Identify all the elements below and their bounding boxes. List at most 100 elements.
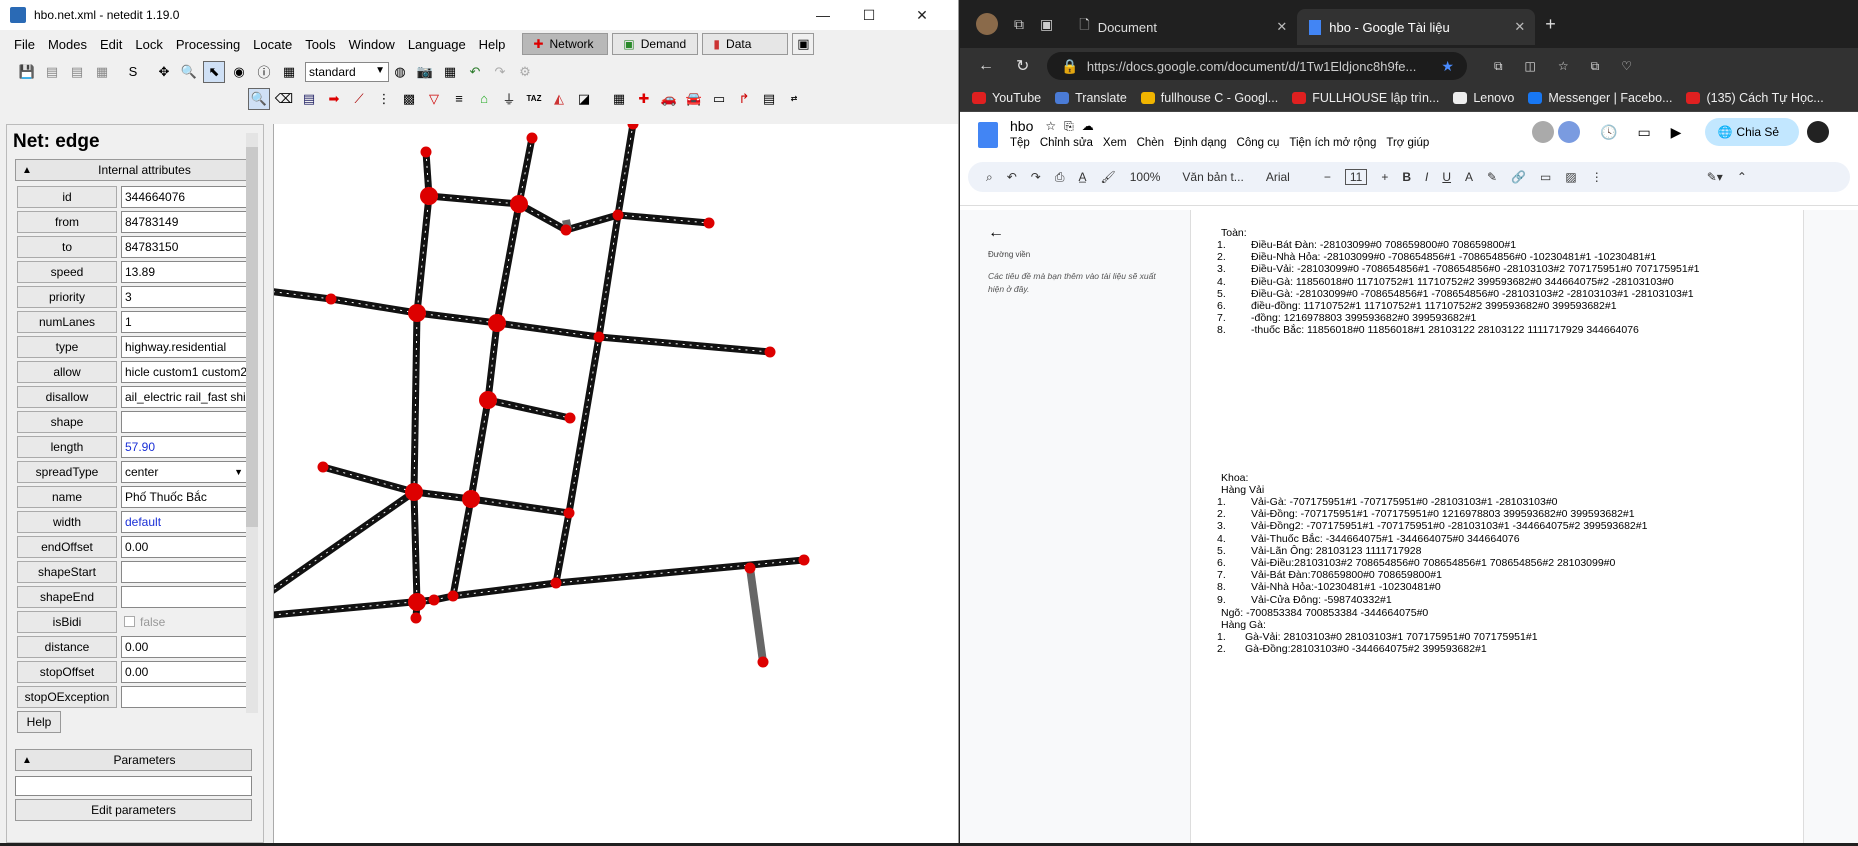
junction-node[interactable]: [510, 195, 528, 213]
attr-value-priority[interactable]: 3: [121, 285, 247, 308]
refresh-icon[interactable]: ↻: [1016, 56, 1029, 76]
color-wheel-icon[interactable]: ◍: [389, 61, 411, 83]
image-icon[interactable]: ▨: [1565, 170, 1576, 184]
zoom-icon[interactable]: 🔍: [178, 61, 200, 83]
document-page[interactable]: Toàn: 1. Điều-Bát Đàn: -28103099#0 7086598…: [1190, 210, 1804, 843]
road-edge[interactable]: [428, 192, 520, 208]
junction-node[interactable]: [798, 554, 810, 566]
select-mode-icon[interactable]: ▤: [298, 88, 320, 110]
data-mode-button[interactable]: ▮ Data: [702, 33, 789, 55]
comment-add-icon[interactable]: ▭: [1540, 170, 1551, 184]
shape-icon[interactable]: ◭: [548, 88, 570, 110]
bookmark-6[interactable]: (135) Cách Tự Học...: [1686, 91, 1824, 105]
doc-title[interactable]: hbo: [1010, 118, 1033, 134]
demand-mode-button[interactable]: ▣ Demand: [612, 33, 699, 55]
attr-value-shapeEnd[interactable]: [121, 585, 247, 608]
junction-node[interactable]: [462, 490, 480, 508]
attr-value-spreadType[interactable]: center ▼: [121, 460, 247, 483]
editing-mode-icon[interactable]: ✎▾: [1707, 170, 1723, 184]
junction-node[interactable]: [408, 593, 426, 611]
docs-menu-item[interactable]: Định dạng: [1174, 137, 1226, 149]
attr-value-distance[interactable]: 0.00: [121, 635, 247, 658]
attr-value-stopOffset[interactable]: 0.00: [121, 660, 247, 683]
save-icon[interactable]: 💾: [16, 61, 38, 83]
attr-value-length[interactable]: 57.90: [121, 435, 247, 458]
junction-node[interactable]: [593, 331, 605, 343]
undo-icon[interactable]: ↶: [1007, 170, 1017, 184]
menu-tools[interactable]: Tools: [305, 37, 335, 52]
favorite-star-icon[interactable]: ★: [1441, 58, 1454, 75]
road-edge[interactable]: [410, 312, 421, 493]
highlight-icon[interactable]: ✎: [1487, 170, 1497, 184]
attr-value-shapeStart[interactable]: [121, 560, 247, 583]
supermode-s-button[interactable]: S: [122, 61, 144, 83]
redo-icon[interactable]: ↷: [1031, 170, 1041, 184]
paint-format-icon[interactable]: 🖌: [1100, 170, 1115, 184]
scrollbar-thumb[interactable]: [246, 147, 258, 527]
screenshot-icon[interactable]: 📷: [414, 61, 436, 83]
additional-icon[interactable]: ⌂: [473, 88, 495, 110]
menu-locate[interactable]: Locate: [253, 37, 292, 52]
menu-modes[interactable]: Modes: [48, 37, 87, 52]
text-color-icon[interactable]: A: [1465, 170, 1473, 184]
junction-node[interactable]: [560, 224, 572, 236]
split-screen-icon[interactable]: ◫: [1525, 59, 1536, 73]
more-icon[interactable]: ⋮: [1591, 170, 1603, 184]
network-canvas[interactable]: [245, 118, 958, 843]
search-icon[interactable]: ⌕: [986, 170, 993, 185]
docs-menu-item[interactable]: Trợ giúp: [1386, 137, 1429, 149]
save-all-icon[interactable]: ▤: [66, 61, 88, 83]
undo-icon[interactable]: ↶: [464, 61, 486, 83]
prohibition-icon[interactable]: ≡: [448, 88, 470, 110]
attr-value-endOffset[interactable]: 0.00: [121, 535, 247, 558]
docs-menu-item[interactable]: Chèn: [1137, 137, 1165, 149]
junction-node[interactable]: [563, 507, 575, 519]
locate-junction-icon[interactable]: ◉: [228, 61, 250, 83]
workspaces-icon[interactable]: ⧉: [1014, 16, 1024, 33]
wire-icon[interactable]: ⏚: [498, 88, 520, 110]
attr-label-allow[interactable]: allow: [17, 360, 117, 383]
junction-node[interactable]: [410, 612, 422, 624]
docs-menu-item[interactable]: Tiện ích mở rộng: [1289, 137, 1376, 149]
italic-icon[interactable]: I: [1425, 170, 1428, 184]
docs-menu-item[interactable]: Tệp: [1010, 137, 1030, 149]
junction-node[interactable]: [447, 590, 459, 602]
junction-node[interactable]: [564, 412, 576, 424]
zoom-select[interactable]: 100%: [1130, 170, 1161, 184]
junction-node[interactable]: [703, 217, 715, 229]
attr-value-speed[interactable]: 13.89: [121, 260, 247, 283]
menu-edit[interactable]: Edit: [100, 37, 122, 52]
move-icon[interactable]: ✥: [153, 61, 175, 83]
print-icon[interactable]: ⎙: [1055, 170, 1065, 185]
road-edge[interactable]: [416, 309, 498, 327]
compute-icon[interactable]: ⚙: [514, 61, 536, 83]
bookmark-4[interactable]: Lenovo: [1453, 91, 1514, 105]
attr-value-isBidi[interactable]: false: [121, 610, 247, 633]
grid-icon[interactable]: ▦: [439, 61, 461, 83]
attr-value-disallow[interactable]: ail_electric rail_fast ship: [121, 385, 247, 408]
font-size-input[interactable]: 11: [1344, 169, 1368, 185]
back-icon[interactable]: ←: [978, 57, 994, 75]
vehicle-route-icon[interactable]: 🚘: [683, 88, 705, 110]
road-edge[interactable]: [484, 322, 501, 401]
edit-parameters-button[interactable]: Edit parameters: [15, 799, 252, 821]
list-icon[interactable]: ▤: [758, 88, 780, 110]
create-edge-icon[interactable]: ⟋: [348, 88, 370, 110]
junction-node[interactable]: [526, 132, 538, 144]
isbidi-checkbox[interactable]: [124, 616, 135, 627]
docs-menu-item[interactable]: Công cụ: [1237, 137, 1280, 149]
delete-icon[interactable]: ⌫: [273, 88, 295, 110]
performance-icon[interactable]: ♡: [1621, 59, 1632, 73]
road-edge[interactable]: [254, 489, 416, 605]
attr-value-shape[interactable]: [121, 410, 247, 433]
docs-menu-item[interactable]: Chỉnh sửa: [1040, 137, 1093, 149]
info-icon[interactable]: ⓘ: [253, 61, 275, 83]
move-mode-icon[interactable]: ➡: [323, 88, 345, 110]
attr-value-allow[interactable]: hicle custom1 custom2: [121, 360, 247, 383]
junction-node[interactable]: [325, 293, 337, 305]
road-edge[interactable]: [493, 203, 523, 324]
bold-icon[interactable]: B: [1402, 170, 1411, 184]
account-avatar[interactable]: [1807, 121, 1830, 143]
decrease-size-icon[interactable]: −: [1324, 170, 1331, 184]
menu-window[interactable]: Window: [349, 37, 395, 52]
